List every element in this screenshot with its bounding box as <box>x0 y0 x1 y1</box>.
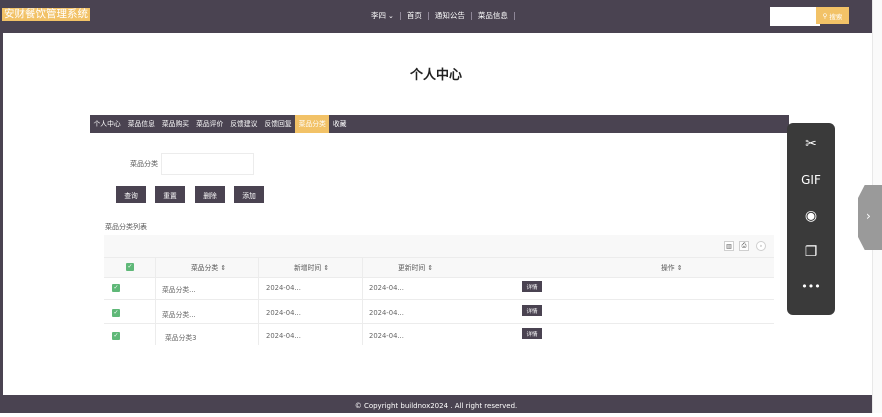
category-search-input[interactable] <box>161 153 254 175</box>
top-navbar: 安财餐饮管理系统 李四 ⌄ 首页 通知公告 菜品信息 ⚲ 搜索 <box>0 0 882 33</box>
page-title: 个人中心 <box>409 68 462 83</box>
tab-feedback-reply[interactable]: 反馈回复 <box>261 115 295 133</box>
cell-updated: 2024-04... <box>369 284 404 292</box>
table-toolbar <box>104 235 774 257</box>
row-checkbox[interactable]: ✓ <box>112 332 120 340</box>
row-divider <box>104 299 774 300</box>
nav-home[interactable]: 首页 <box>407 10 422 21</box>
row-divider <box>104 323 774 324</box>
col-header-created[interactable]: 新增时间 ⇕ <box>294 262 329 272</box>
col-header-label: 更新时间 <box>398 264 426 272</box>
search-button[interactable]: ⚲ 搜索 <box>816 7 849 24</box>
search-icon: ⚲ <box>822 11 828 20</box>
cell-category: 菜品分类... <box>162 311 196 319</box>
floating-toolbar: ✂ GIF ◉ ❐ ••• <box>787 123 835 315</box>
select-all-checkbox[interactable]: ✓ <box>126 263 134 271</box>
collapse-toolbar-tab[interactable]: › <box>858 185 882 250</box>
more-icon[interactable]: ••• <box>787 280 835 293</box>
col-header-label: 操作 <box>661 264 675 272</box>
video-record-icon[interactable]: ◉ <box>787 208 835 224</box>
columns-icon[interactable]: ▥ <box>724 241 734 251</box>
sort-icon: ⇕ <box>323 264 330 272</box>
gallery-icon[interactable]: ❐ <box>787 244 835 260</box>
detail-button[interactable]: 详情 <box>522 281 542 292</box>
gif-icon[interactable]: GIF <box>787 173 835 187</box>
sort-icon: ⇕ <box>427 264 434 272</box>
cell-updated: 2024-04... <box>369 309 404 317</box>
footer: © Copyright buildnox2024 . All right res… <box>0 395 872 413</box>
tab-feedback[interactable]: 反馈建议 <box>227 115 261 133</box>
nav-dishes[interactable]: 菜品信息 <box>478 10 508 21</box>
center-tabs: 个人中心 菜品信息 菜品购买 菜品评价 反馈建议 反馈回复 菜品分类 收藏 <box>90 115 789 133</box>
chevron-down-icon: ⌄ <box>388 12 394 20</box>
col-header-updated[interactable]: 更新时间 ⇕ <box>398 262 433 272</box>
scissors-icon[interactable]: ✂ <box>787 136 835 152</box>
nav-divider <box>427 11 429 20</box>
sort-icon: ⇕ <box>676 264 683 272</box>
detail-button[interactable]: 详情 <box>522 305 542 316</box>
col-header-label: 菜品分类 <box>191 264 219 272</box>
site-brand[interactable]: 安财餐饮管理系统 <box>2 8 90 21</box>
sort-icon: ⇕ <box>220 264 227 272</box>
nav-divider <box>470 11 472 20</box>
export-icon[interactable]: ◦ <box>756 241 766 251</box>
cell-created: 2024-04... <box>266 309 301 317</box>
search-button-label: 搜索 <box>829 12 843 21</box>
tab-dish-info[interactable]: 菜品信息 <box>124 115 158 133</box>
search-input[interactable] <box>770 7 820 26</box>
delete-button[interactable]: 删除 <box>195 186 225 203</box>
nav-notices[interactable]: 通知公告 <box>435 10 465 21</box>
row-checkbox[interactable]: ✓ <box>112 284 120 292</box>
user-menu[interactable]: 李四 ⌄ <box>371 10 394 21</box>
print-icon[interactable]: ⎙ <box>739 241 749 251</box>
chevron-right-icon: › <box>866 209 871 223</box>
column-divider <box>258 257 259 345</box>
query-button[interactable]: 查询 <box>116 186 146 203</box>
list-title: 菜品分类列表 <box>105 223 147 231</box>
tab-profile[interactable]: 个人中心 <box>90 115 124 133</box>
tab-favorites[interactable]: 收藏 <box>329 115 350 133</box>
detail-button[interactable]: 详情 <box>522 328 542 339</box>
nav-divider <box>513 11 515 20</box>
cell-category: 菜品分类3 <box>165 334 197 342</box>
reset-button[interactable]: 重置 <box>155 186 185 203</box>
page-bottom-space <box>3 345 872 395</box>
user-name: 李四 <box>371 11 386 20</box>
cell-created: 2024-04... <box>266 332 301 340</box>
col-header-label: 新增时间 <box>294 264 322 272</box>
left-edge-strip <box>0 33 3 395</box>
nav-divider <box>399 11 401 20</box>
col-header-actions[interactable]: 操作 ⇕ <box>661 262 682 272</box>
cell-category: 菜品分类... <box>162 286 196 294</box>
tab-dish-category[interactable]: 菜品分类 <box>295 115 330 133</box>
cell-created: 2024-04... <box>266 284 301 292</box>
col-header-category[interactable]: 菜品分类 ⇕ <box>191 262 226 272</box>
main-nav: 李四 ⌄ 首页 通知公告 菜品信息 <box>371 10 521 21</box>
category-field-label: 菜品分类 <box>130 160 158 168</box>
column-divider <box>362 257 363 345</box>
row-checkbox[interactable]: ✓ <box>112 309 120 317</box>
column-divider <box>155 257 156 345</box>
cell-updated: 2024-04... <box>369 332 404 340</box>
add-button[interactable]: 添加 <box>234 186 264 203</box>
tab-dish-purchase[interactable]: 菜品购买 <box>158 115 192 133</box>
tab-dish-review[interactable]: 菜品评价 <box>193 115 227 133</box>
